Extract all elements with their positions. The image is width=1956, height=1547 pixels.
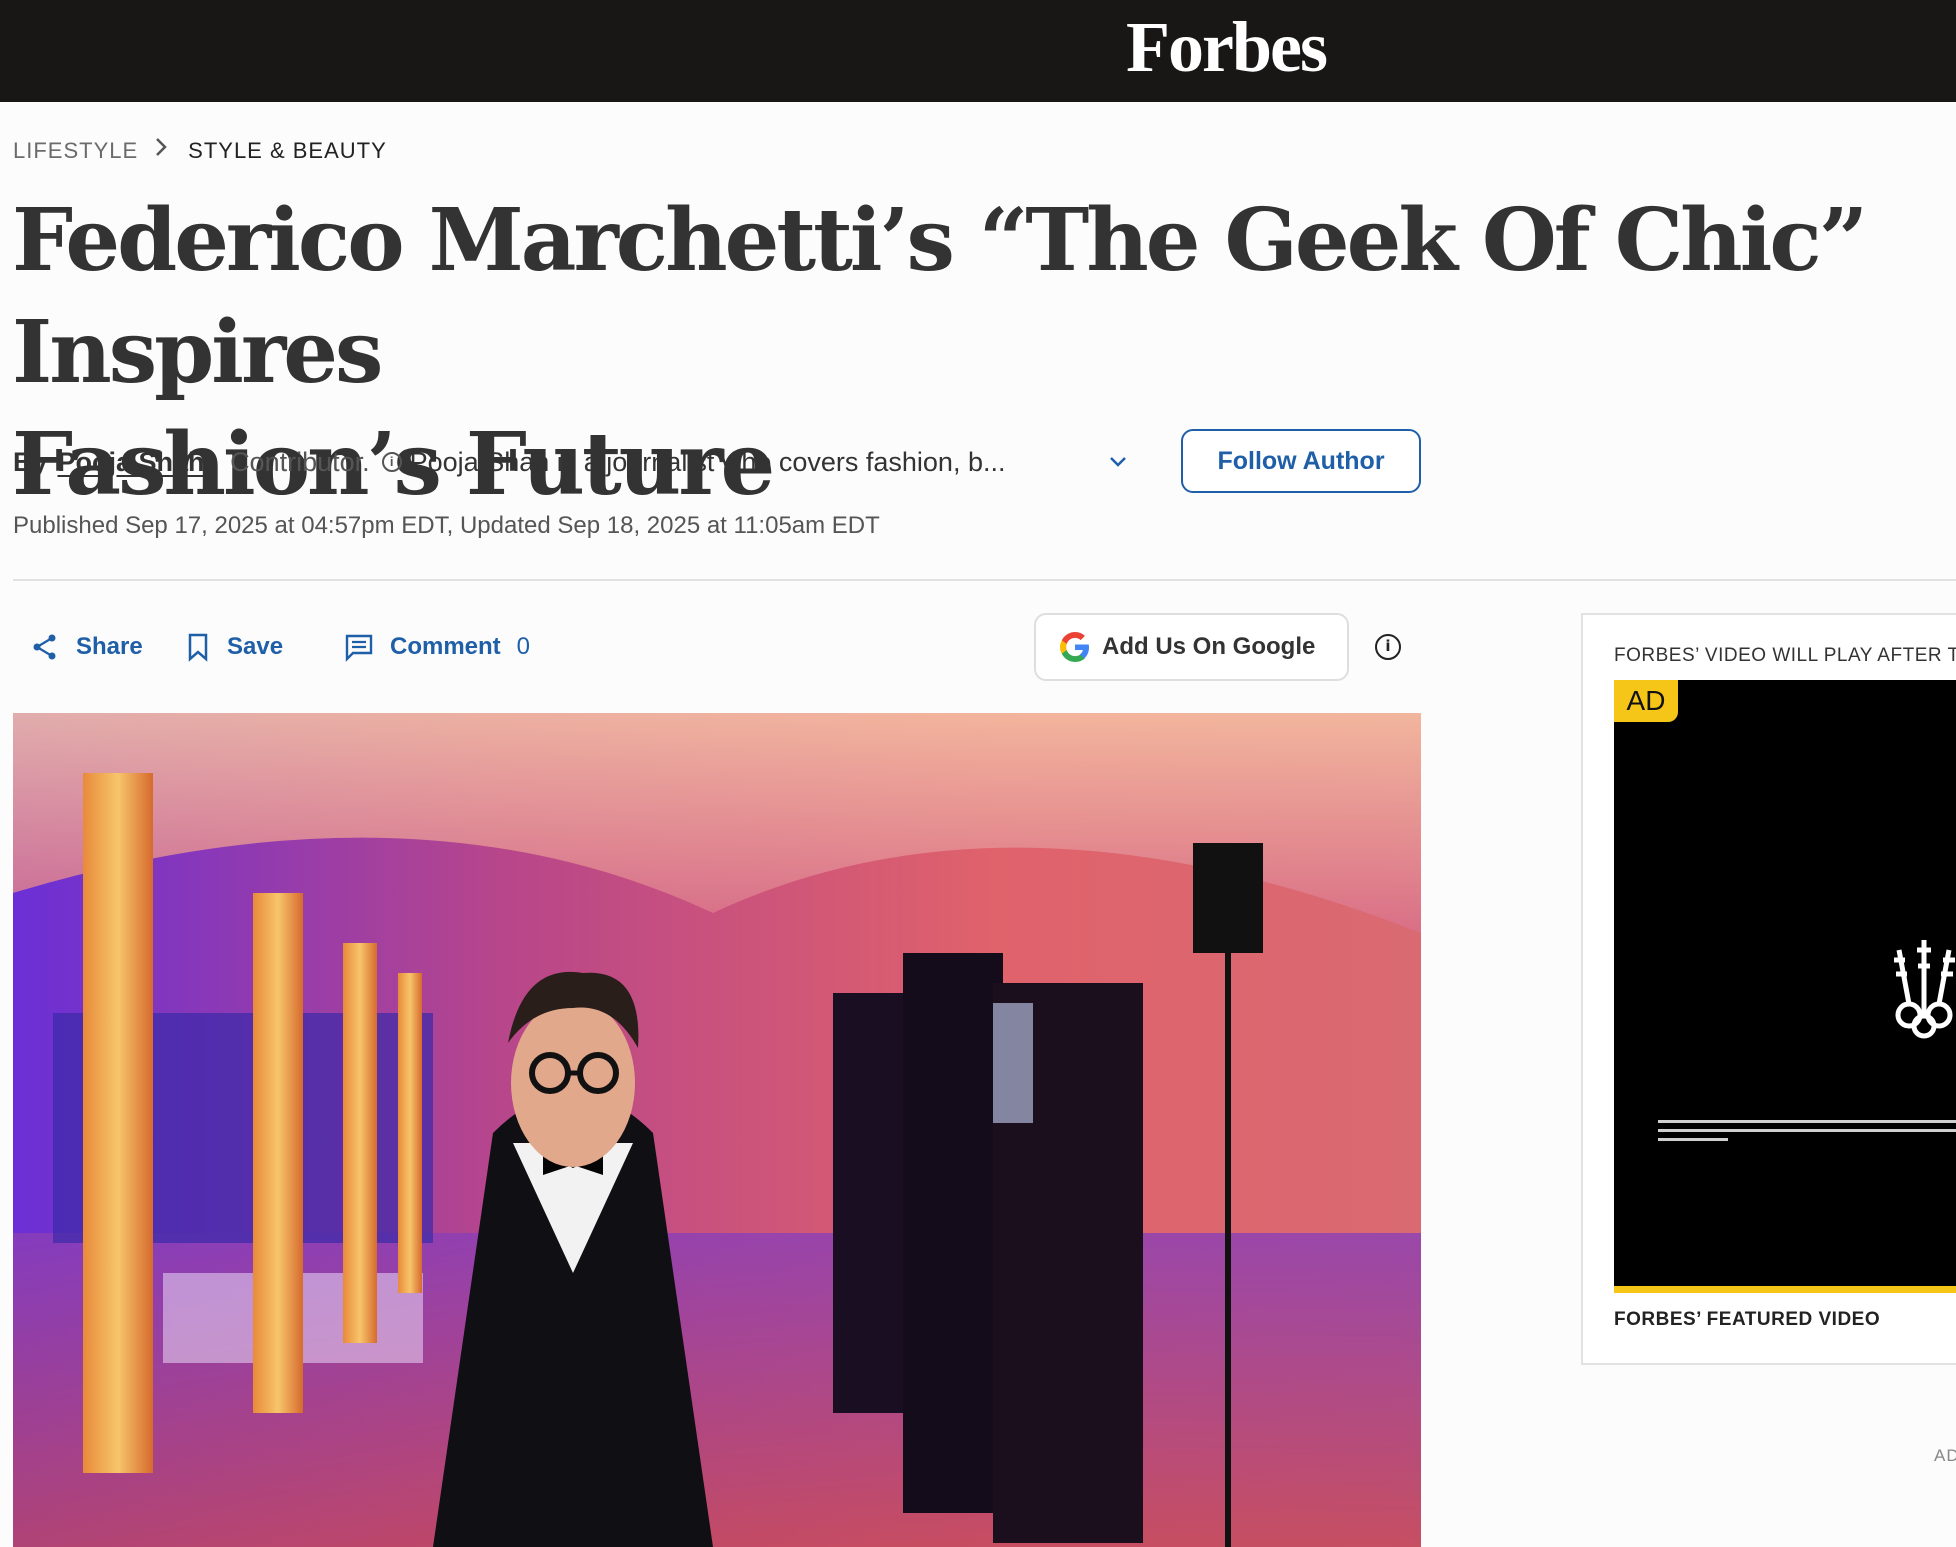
breadcrumb-lifestyle[interactable]: LIFESTYLE bbox=[13, 138, 138, 164]
author-link[interactable]: Pooja Shah bbox=[58, 447, 205, 478]
google-logo-icon bbox=[1060, 632, 1089, 662]
headline-line-1: Federico Marchetti’s “The Geek Of Chic” … bbox=[12, 190, 1868, 403]
author-bio: Pooja Shah is a journalist who covers fa… bbox=[409, 446, 1006, 477]
chevron-right-icon bbox=[154, 136, 168, 165]
video-progress-bar[interactable] bbox=[1614, 1286, 1956, 1293]
info-icon[interactable]: i bbox=[381, 452, 402, 472]
share-button[interactable]: Share bbox=[30, 625, 143, 669]
ad-badge: AD bbox=[1614, 680, 1678, 722]
byline-comma: , bbox=[204, 446, 213, 477]
publish-date: Published Sep 17, 2025 at 04:57pm EDT, U… bbox=[13, 512, 880, 539]
byline: By Pooja Shah, Contributor. i Pooja Shah… bbox=[13, 442, 1005, 482]
chevron-down-icon[interactable] bbox=[1106, 442, 1130, 482]
google-button-label: Add Us On Google bbox=[1102, 633, 1316, 660]
add-us-on-google-button[interactable]: Add Us On Google bbox=[1034, 613, 1349, 681]
top-navigation-bar: Forbes bbox=[0, 0, 1956, 102]
breadcrumb: LIFESTYLE STYLE & BEAUTY bbox=[13, 136, 387, 165]
hero-image bbox=[13, 713, 1421, 1547]
save-button[interactable]: Save bbox=[185, 625, 283, 669]
comment-icon bbox=[345, 634, 373, 662]
ubs-keys-logo-icon bbox=[1894, 940, 1955, 1039]
featured-video-label: FORBES’ FEATURED VIDEO bbox=[1614, 1309, 1881, 1330]
video-player[interactable]: AD bbox=[1614, 680, 1956, 1293]
forbes-logo[interactable]: Forbes bbox=[1126, 6, 1328, 89]
video-ad-card: FORBES’ VIDEO WILL PLAY AFTER THIS AD AD… bbox=[1581, 613, 1956, 1365]
bookmark-icon bbox=[188, 633, 208, 662]
save-label: Save bbox=[227, 633, 284, 660]
share-icon bbox=[33, 634, 56, 660]
share-label: Share bbox=[76, 633, 143, 660]
video-ad-label: FORBES’ VIDEO WILL PLAY AFTER THIS AD bbox=[1614, 645, 1956, 666]
comment-count: 0 bbox=[516, 633, 531, 660]
comment-button[interactable]: Comment 0 bbox=[344, 625, 530, 669]
divider bbox=[13, 579, 1956, 581]
disclaimer-text-block bbox=[1658, 1120, 1956, 1141]
follow-author-button[interactable]: Follow Author bbox=[1181, 429, 1421, 493]
comment-label: Comment bbox=[390, 633, 501, 660]
ad-side-label: AD bbox=[1934, 1446, 1956, 1465]
by-label: By bbox=[13, 446, 48, 477]
author-role: Contributor. bbox=[230, 446, 370, 477]
breadcrumb-style-beauty[interactable]: STYLE & BEAUTY bbox=[188, 138, 387, 164]
info-icon[interactable]: i bbox=[1375, 634, 1401, 660]
